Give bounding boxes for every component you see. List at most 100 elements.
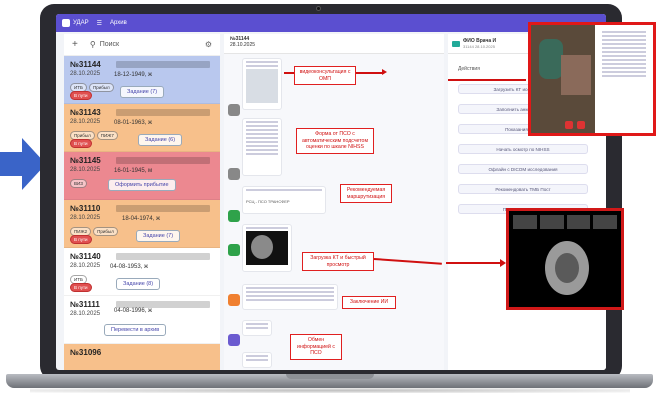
action-dicom[interactable]: Офлайн с DICOM исследования <box>458 164 588 174</box>
message-lines <box>243 227 291 229</box>
status-tags-2: В пути <box>70 283 92 292</box>
message-lines <box>243 355 271 361</box>
camera-icon <box>316 6 321 11</box>
mute-icon[interactable] <box>577 121 585 129</box>
annotation-arrow-line <box>373 258 442 265</box>
app-screen: УДАР ☰ Архив + ⚲ Поиск ⚙ №31144 28.10.20… <box>56 14 606 370</box>
patient-dob: 18-04-1974, ж <box>122 216 161 222</box>
ct-series-thumb[interactable] <box>593 215 617 229</box>
patient-card[interactable]: №31143 28.10.2025 08-01-1963, ж Прибыл П… <box>64 104 220 152</box>
ct-series-thumb[interactable] <box>513 215 537 229</box>
annotation-arrowhead <box>500 259 506 267</box>
exchange-message[interactable] <box>242 320 272 336</box>
video-message[interactable] <box>242 58 282 110</box>
annotation-routing: Рекомендуемая маршрутизация <box>340 184 392 203</box>
ct-viewer <box>509 211 621 307</box>
patient-card[interactable]: №31140 28.10.2025 04-08-1953, ж ИТБ В пу… <box>64 248 220 296</box>
annotation-form: Форма от ПСО с автоматическим подсчетом … <box>296 128 374 154</box>
move-to-archive-button[interactable]: Перевести в архив <box>104 324 167 336</box>
patient-card[interactable]: №31144 28.10.2025 18-12-1949, ж ИТБ Приб… <box>64 56 220 104</box>
routing-label: РСЦ - ПСО ТРАНСФЕР <box>246 199 290 204</box>
search-input[interactable]: Поиск <box>100 41 119 48</box>
message-lines <box>243 323 271 329</box>
status-badge: В пути <box>70 283 92 292</box>
document-icon <box>228 168 240 180</box>
message-lines <box>243 189 325 191</box>
laptop-notch <box>286 374 374 379</box>
patient-card[interactable]: №31111 28.10.2025 04-08-1996, ж Перевест… <box>64 296 220 344</box>
tab-archive[interactable]: Архив <box>110 20 127 26</box>
status-badge: Прибыл <box>88 83 114 92</box>
action-start-nihss[interactable]: Начать осмотр по NIHSS <box>458 144 588 154</box>
action-recommend-tmb[interactable]: Рекомендовать ТМБ Пост <box>458 184 588 194</box>
patient-name-redacted <box>116 205 210 212</box>
actions-title: Действия <box>458 66 480 72</box>
message-lines <box>243 61 281 67</box>
patient-dob: 18-12-1949, ж <box>114 72 153 78</box>
video-sidebar-lines <box>599 31 649 77</box>
patient-name-redacted <box>116 61 210 68</box>
patient-card[interactable]: №31145 28.10.2025 16-01-1945, м ВИЗ Офор… <box>64 152 220 200</box>
patient-dob: 08-01-1963, ж <box>114 120 153 126</box>
ct-series-thumb[interactable] <box>539 215 564 229</box>
routing-message[interactable]: РСЦ - ПСО ТРАНСФЕР <box>242 186 326 214</box>
search-row: + ⚲ Поиск ⚙ <box>64 34 220 56</box>
annotation-arrow-line <box>356 72 384 74</box>
annotation-conclusion: Заключение ИИ <box>342 296 396 309</box>
chat-date: 28.10.2025 <box>230 42 256 48</box>
patient-name-redacted <box>116 157 210 164</box>
archive-icon: ☰ <box>96 20 102 27</box>
video-thumbnail <box>246 69 278 103</box>
hospital-icon <box>228 210 240 222</box>
ct-thumbnail <box>246 231 288 265</box>
ct-brain-inner <box>555 253 579 283</box>
task-button[interactable]: Задание (7) <box>136 230 181 242</box>
ct-message[interactable] <box>242 224 292 272</box>
status-badge: Прибыл <box>93 227 118 236</box>
patient-card[interactable]: №31110 28.10.2025 18-04-1974, ж ПИЖ2 При… <box>64 200 220 248</box>
annotation-arrowhead <box>382 69 387 75</box>
ct-series-thumb[interactable] <box>566 215 591 229</box>
video-person-shape <box>539 39 563 79</box>
patient-id: №31096 <box>70 348 102 357</box>
app-topbar: УДАР ☰ Архив <box>56 14 606 32</box>
annotation-ct: Загрузка КТ и быстрый просмотр <box>302 252 374 271</box>
status-badge: ВИЗ <box>70 179 87 188</box>
patient-dob: 16-01-1945, м <box>114 168 153 174</box>
status-badge: В пути <box>70 91 92 100</box>
patient-name-redacted <box>116 253 210 260</box>
video-call-icon[interactable] <box>452 40 460 47</box>
ct-viewer-popout <box>506 208 624 310</box>
video-equipment-shape <box>561 55 591 95</box>
video-feed <box>531 25 595 133</box>
patient-name-redacted <box>116 301 210 308</box>
status-badge: ПИЖ7 <box>96 131 118 140</box>
message-lines <box>243 287 337 301</box>
form-message[interactable] <box>242 118 282 176</box>
ai-conclusion-message[interactable] <box>242 284 338 310</box>
task-button[interactable]: Задание (6) <box>138 134 183 146</box>
tab-udar[interactable]: УДАР <box>73 20 89 26</box>
task-button[interactable]: Задание (8) <box>116 278 161 290</box>
end-call-icon[interactable] <box>565 121 573 129</box>
task-button[interactable]: Задание (7) <box>120 86 165 98</box>
add-patient-icon[interactable]: + <box>72 39 78 50</box>
chat-header: №31144 28.10.2025 <box>224 34 444 54</box>
filter-icon[interactable]: ⚙ <box>205 40 212 49</box>
status-badge: В пути <box>70 139 92 148</box>
search-icon: ⚲ <box>89 40 96 49</box>
user-icon <box>228 334 240 346</box>
video-consultation-popout <box>528 22 656 136</box>
chat-panel: №31144 28.10.2025 РСЦ - ПСО ТРАНСФЕР вид… <box>224 34 444 370</box>
patient-card[interactable]: №31096 <box>64 344 220 370</box>
patient-name-redacted <box>116 109 210 116</box>
hospital-icon <box>228 244 240 256</box>
status-tags: ВИЗ <box>70 179 87 188</box>
annotation-arrow-to-video <box>448 79 526 81</box>
patient-dob: 04-08-1996, ж <box>114 308 153 314</box>
exchange-message[interactable] <box>242 352 272 368</box>
status-badge: В пути <box>70 235 92 244</box>
annotation-line <box>284 72 294 74</box>
register-arrival-button[interactable]: Оформить прибытие <box>108 179 176 191</box>
status-tags-2: В пути <box>70 91 92 100</box>
